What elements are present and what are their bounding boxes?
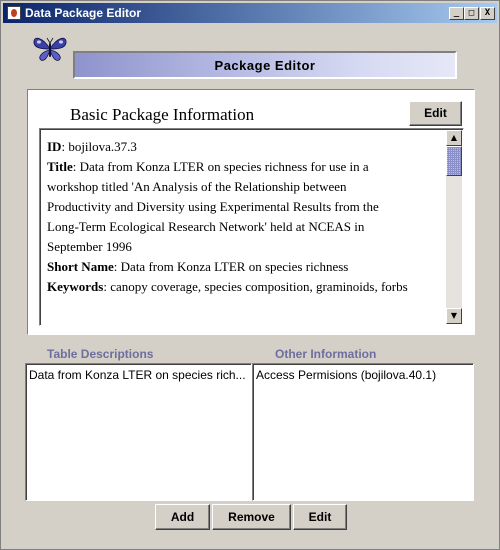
package-editor-banner: Package Editor — [73, 51, 457, 79]
scroll-thumb[interactable] — [446, 146, 462, 176]
close-button[interactable]: X — [480, 7, 495, 20]
add-button[interactable]: Add — [155, 504, 210, 530]
vertical-scrollbar[interactable]: ▲ ▼ — [446, 130, 462, 324]
basic-info-content: ID: bojilova.37.3 Title: Data from Konza… — [47, 137, 443, 297]
minimize-button[interactable]: _ — [449, 7, 464, 20]
data-package-editor-window: Data Package Editor _ □ X Package Editor… — [0, 0, 500, 550]
title-line: Title: Data from Konza LTER on species r… — [47, 157, 443, 177]
short-name-value: : Data from Konza LTER on species richne… — [113, 259, 349, 274]
title-value-line-5: September 1996 — [47, 239, 132, 254]
butterfly-icon — [33, 37, 67, 61]
title-value-line-4: Long-Term Ecological Research Network' h… — [47, 219, 365, 234]
id-line: ID: bojilova.37.3 — [47, 137, 443, 157]
keywords-value: : canopy coverage, species composition, … — [103, 279, 408, 294]
id-value: : bojilova.37.3 — [61, 139, 137, 154]
basic-package-info-panel: Basic Package Information Edit ID: bojil… — [27, 89, 475, 335]
id-label: ID — [47, 139, 62, 154]
table-descriptions-list[interactable]: Data from Konza LTER on species rich... — [25, 363, 252, 501]
title-value-line-1: : Data from Konza LTER on species richne… — [72, 159, 369, 174]
table-descriptions-label: Table Descriptions — [47, 347, 154, 361]
title-label: Title — [47, 159, 73, 174]
list-item[interactable]: Data from Konza LTER on species rich... — [29, 368, 246, 382]
title-value-line-3: Productivity and Diversity using Experim… — [47, 199, 379, 214]
basic-info-heading: Basic Package Information — [70, 105, 255, 124]
java-cup-icon — [7, 6, 21, 20]
scroll-up-icon[interactable]: ▲ — [446, 130, 462, 146]
title-bar[interactable]: Data Package Editor _ □ X — [3, 3, 497, 23]
edit-basic-info-button[interactable]: Edit — [409, 101, 462, 126]
other-information-list[interactable]: Access Permisions (bojilova.40.1) — [252, 363, 474, 501]
keywords-line: Keywords: canopy coverage, species compo… — [47, 277, 443, 297]
short-name-line: Short Name: Data from Konza LTER on spec… — [47, 257, 443, 277]
banner-title: Package Editor — [214, 58, 316, 73]
edit-button[interactable]: Edit — [293, 504, 347, 530]
short-name-label: Short Name — [47, 259, 114, 274]
other-information-label: Other Information — [275, 347, 377, 361]
remove-button[interactable]: Remove — [212, 504, 291, 530]
window-title: Data Package Editor — [25, 6, 142, 20]
keywords-label: Keywords — [47, 279, 104, 294]
maximize-button[interactable]: □ — [464, 7, 479, 20]
title-value-line-2: workshop titled 'An Analysis of the Rela… — [47, 179, 347, 194]
basic-info-text-area[interactable]: ID: bojilova.37.3 Title: Data from Konza… — [39, 128, 464, 326]
list-item[interactable]: Access Permisions (bojilova.40.1) — [256, 368, 436, 382]
scroll-down-icon[interactable]: ▼ — [446, 308, 462, 324]
